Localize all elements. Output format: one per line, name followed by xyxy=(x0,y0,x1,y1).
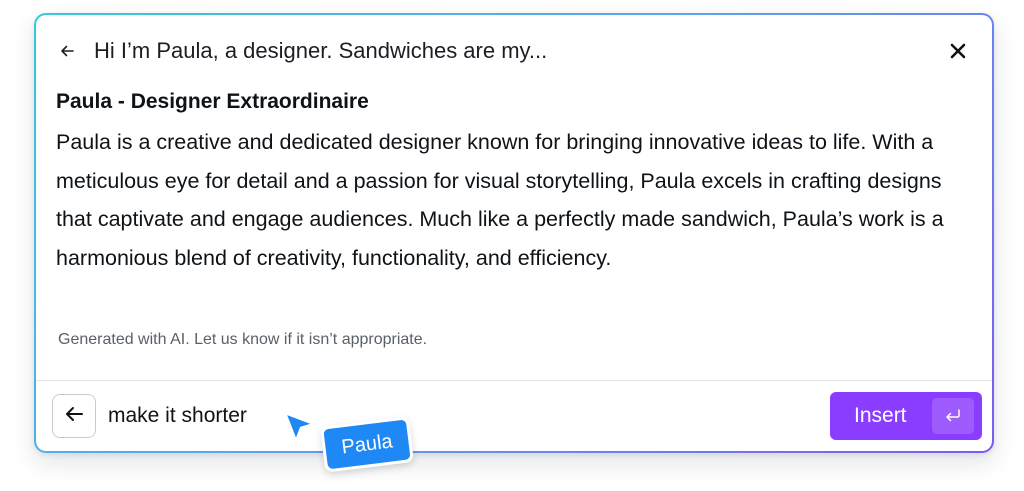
ai-writer-panel-frame: Hi I’m Paula, a designer. Sandwiches are… xyxy=(34,13,994,453)
bio-body: Paula is a creative and dedicated design… xyxy=(56,130,944,270)
close-icon[interactable] xyxy=(946,39,970,63)
collaborator-name-tag: Paula xyxy=(320,416,415,473)
prompt-back-button[interactable] xyxy=(52,394,96,438)
arrow-left-icon xyxy=(63,403,85,430)
generated-content: Paula - Designer Extraordinaire Paula is… xyxy=(56,87,962,277)
enter-key-icon xyxy=(932,398,974,434)
ai-writer-panel: Hi I’m Paula, a designer. Sandwiches are… xyxy=(36,15,992,451)
panel-header: Hi I’m Paula, a designer. Sandwiches are… xyxy=(58,33,970,69)
insert-button-label: Insert xyxy=(854,404,907,427)
insert-button[interactable]: Insert xyxy=(830,392,982,440)
prompt-input[interactable] xyxy=(108,394,830,438)
back-arrow-icon[interactable] xyxy=(58,42,76,60)
ai-disclaimer: Generated with AI. Let us know if it isn… xyxy=(58,331,428,348)
page: Hi I’m Paula, a designer. Sandwiches are… xyxy=(0,0,1024,491)
panel-title: Hi I’m Paula, a designer. Sandwiches are… xyxy=(94,38,548,63)
bio-heading: Paula - Designer Extraordinaire xyxy=(56,90,369,113)
prompt-bar: Insert xyxy=(52,391,982,441)
mouse-pointer-icon xyxy=(283,410,317,444)
divider xyxy=(36,380,992,381)
